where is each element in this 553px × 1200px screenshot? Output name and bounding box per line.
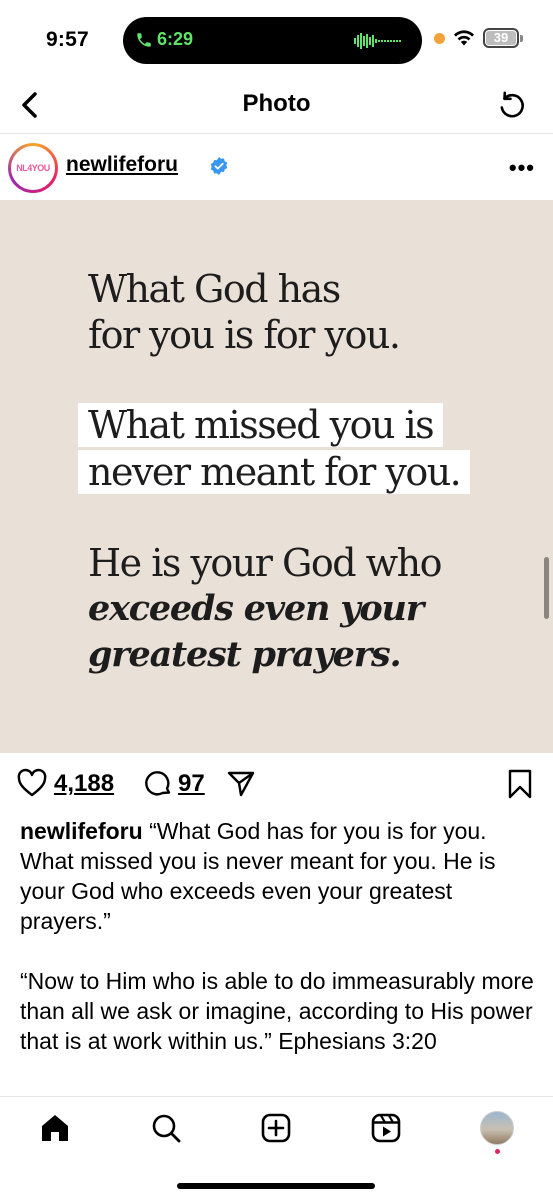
reels-icon[interactable]	[369, 1111, 403, 1145]
post-caption: newlifeforu “What God has for you is for…	[20, 816, 535, 1086]
comment-count[interactable]: 97	[178, 770, 205, 798]
dynamic-island[interactable]: 6:29	[123, 17, 422, 64]
quote-line-group-2: What missed you is never meant for you.	[78, 402, 471, 496]
like-count[interactable]: 4,188	[54, 770, 114, 798]
emphasized-quote-line: greatest prayers.	[88, 634, 402, 675]
caption-username[interactable]: newlifeforu	[20, 818, 143, 844]
audio-waveform-icon	[354, 33, 401, 49]
quote-line: for you is for you.	[88, 313, 401, 357]
post-image[interactable]: What God has for you is for you. What mi…	[0, 200, 553, 753]
highlighted-quote-line: What missed you is	[78, 403, 444, 447]
quote-line: What God has	[88, 267, 341, 311]
search-icon[interactable]	[149, 1111, 183, 1145]
quote-line-group-3: He is your God who exceeds even your gre…	[88, 540, 443, 678]
status-indicators: 39	[434, 28, 523, 48]
avatar-logo: NL4YOU	[11, 146, 55, 190]
quote-line-group-1: What God has for you is for you.	[88, 266, 401, 358]
author-avatar[interactable]: NL4YOU	[8, 143, 58, 193]
heart-icon[interactable]	[16, 768, 48, 798]
caption-verse: “Now to Him who is able to do immeasurab…	[20, 968, 534, 1054]
refresh-icon[interactable]	[495, 88, 529, 122]
notification-dot	[495, 1149, 500, 1154]
battery-indicator: 39	[483, 28, 523, 48]
phone-icon	[137, 32, 151, 47]
bookmark-icon[interactable]	[507, 768, 533, 800]
post-actions: 4,188 97	[0, 760, 553, 810]
battery-level: 39	[486, 31, 516, 45]
more-dots-icon[interactable]: •••	[509, 155, 535, 181]
status-clock: 9:57	[46, 28, 89, 51]
share-paper-plane-icon[interactable]	[226, 768, 256, 798]
status-bar: 9:57 6:29 39	[0, 0, 553, 80]
header-divider	[0, 133, 553, 134]
bottom-tab-bar	[0, 1096, 553, 1200]
scroll-indicator[interactable]	[544, 557, 549, 619]
call-indicator: 6:29	[135, 29, 193, 50]
wifi-icon	[454, 30, 474, 46]
verified-badge-icon	[210, 157, 228, 175]
emphasized-quote-line: exceeds even your	[88, 588, 424, 629]
author-username[interactable]: newlifeforu	[66, 153, 178, 177]
comment-bubble-icon[interactable]	[143, 768, 173, 798]
quote-line: He is your God who	[88, 541, 443, 585]
post-header: NL4YOU newlifeforu •••	[0, 135, 553, 199]
page-title: Photo	[242, 90, 311, 117]
create-post-icon[interactable]	[259, 1111, 293, 1145]
home-indicator[interactable]	[177, 1183, 375, 1189]
call-timer: 6:29	[157, 29, 194, 49]
nav-header: Photo	[0, 80, 553, 132]
profile-avatar[interactable]	[480, 1111, 514, 1145]
privacy-indicator-dot	[434, 32, 445, 44]
home-icon[interactable]	[38, 1111, 72, 1145]
highlighted-quote-line: never meant for you.	[78, 450, 471, 494]
